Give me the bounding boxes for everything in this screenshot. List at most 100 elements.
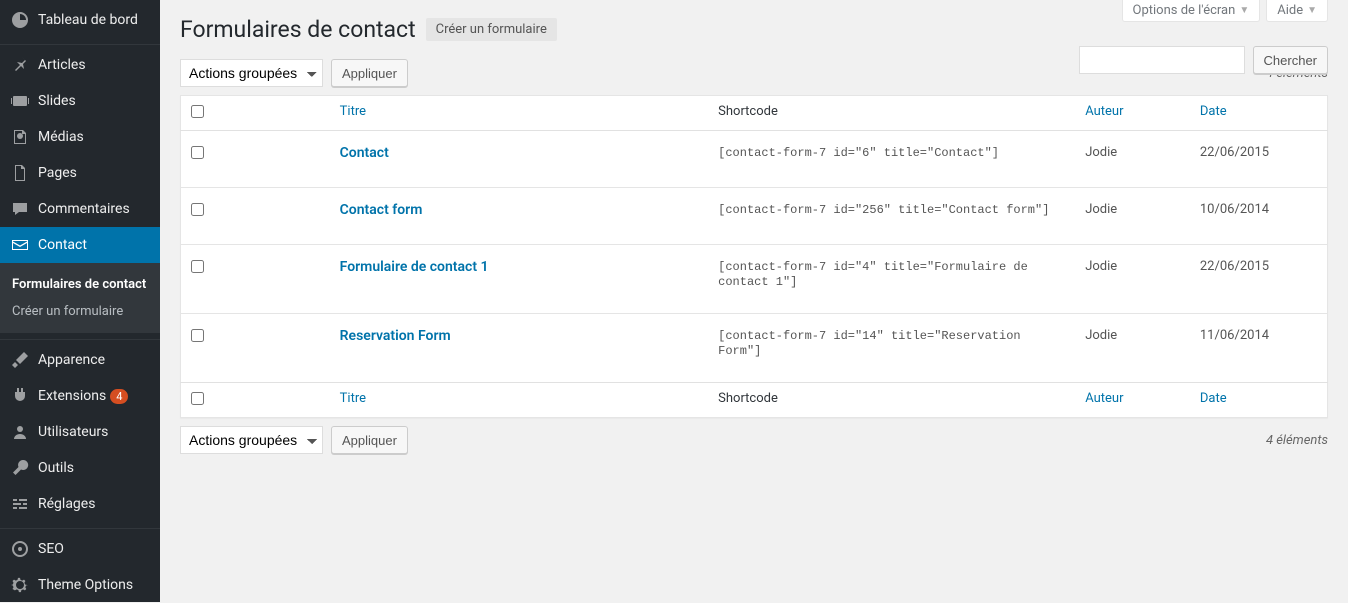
help-tab[interactable]: Aide ▼: [1266, 0, 1328, 22]
page-icon: [10, 163, 30, 183]
sidebar-item-plugins[interactable]: Extensions 4: [0, 378, 160, 414]
author-cell: Jodie: [1075, 188, 1190, 245]
sidebar-item-label: Articles: [38, 57, 86, 73]
brush-icon: [10, 350, 30, 370]
sidebar-item-users[interactable]: Utilisateurs: [0, 414, 160, 450]
bulk-actions-top: Actions groupées Appliquer: [180, 59, 408, 87]
sidebar-item-seo[interactable]: SEO: [0, 531, 160, 567]
sidebar-item-label: Tableau de bord: [38, 12, 138, 28]
update-badge: 4: [110, 389, 128, 404]
row-checkbox[interactable]: [191, 146, 204, 159]
form-title-link[interactable]: Formulaire de contact 1: [340, 259, 489, 275]
chevron-down-icon: ▼: [1239, 5, 1249, 16]
sort-author-link[interactable]: Auteur: [1085, 391, 1123, 406]
date-cell: 11/06/2014: [1190, 314, 1328, 383]
sidebar-item-label: Slides: [38, 93, 76, 109]
footer-date[interactable]: Date: [1190, 383, 1328, 418]
sort-title-link[interactable]: Titre: [340, 104, 366, 119]
apply-button-top[interactable]: Appliquer: [331, 59, 408, 87]
date-cell: 22/06/2015: [1190, 245, 1328, 314]
sidebar-separator: [0, 524, 160, 529]
admin-sidebar: Tableau de bord Articles Slides Médias P…: [0, 0, 160, 602]
sidebar-separator: [0, 335, 160, 340]
row-checkbox[interactable]: [191, 329, 204, 342]
sort-title-link[interactable]: Titre: [340, 391, 366, 406]
footer-shortcode: Shortcode: [708, 383, 1075, 418]
footer-title[interactable]: Titre: [330, 383, 709, 418]
pin-icon: [10, 55, 30, 75]
apply-button-bottom[interactable]: Appliquer: [331, 426, 408, 454]
sort-date-link[interactable]: Date: [1200, 391, 1227, 406]
sidebar-separator: [0, 40, 160, 45]
author-cell: Jodie: [1075, 314, 1190, 383]
select-all-bottom[interactable]: [191, 392, 204, 405]
header-date[interactable]: Date: [1190, 96, 1328, 131]
row-checkbox[interactable]: [191, 203, 204, 216]
forms-table: Titre Shortcode Auteur Date Contact [con…: [180, 95, 1328, 418]
author-cell: Jodie: [1075, 131, 1190, 188]
sidebar-item-pages[interactable]: Pages: [0, 155, 160, 191]
create-form-button[interactable]: Créer un formulaire: [426, 18, 557, 41]
sidebar-item-label: Pages: [38, 165, 77, 181]
screen-options-label: Options de l'écran: [1133, 3, 1236, 18]
sidebar-item-label: Utilisateurs: [38, 424, 108, 440]
sidebar-item-settings[interactable]: Réglages: [0, 486, 160, 522]
screen-options-tab[interactable]: Options de l'écran ▼: [1122, 0, 1261, 22]
sidebar-item-dashboard[interactable]: Tableau de bord: [0, 2, 160, 38]
form-title-link[interactable]: Contact: [340, 145, 389, 161]
table-row: Reservation Form [contact-form-7 id="14"…: [181, 314, 1328, 383]
submenu-item-create[interactable]: Créer un formulaire: [0, 298, 160, 325]
sidebar-item-themeoptions[interactable]: Theme Options: [0, 567, 160, 603]
date-cell: 10/06/2014: [1190, 188, 1328, 245]
sidebar-item-appearance[interactable]: Apparence: [0, 342, 160, 378]
row-checkbox[interactable]: [191, 260, 204, 273]
sidebar-item-media[interactable]: Médias: [0, 119, 160, 155]
header-title[interactable]: Titre: [330, 96, 709, 131]
main-content: Options de l'écran ▼ Aide ▼ Formulaires …: [160, 0, 1348, 602]
header-shortcode: Shortcode: [708, 96, 1075, 131]
author-cell: Jodie: [1075, 245, 1190, 314]
search-row: Chercher: [1079, 46, 1328, 74]
screen-meta-links: Options de l'écran ▼ Aide ▼: [1122, 0, 1328, 22]
select-all-top[interactable]: [191, 105, 204, 118]
sidebar-item-label: SEO: [38, 541, 64, 557]
media-icon: [10, 127, 30, 147]
seo-icon: [10, 539, 30, 559]
gear-icon: [10, 575, 30, 595]
sidebar-item-label: Extensions: [38, 388, 106, 404]
sidebar-item-label: Theme Options: [38, 577, 133, 593]
mail-icon: [10, 235, 30, 255]
table-row: Formulaire de contact 1 [contact-form-7 …: [181, 245, 1328, 314]
table-row: Contact [contact-form-7 id="6" title="Co…: [181, 131, 1328, 188]
sort-date-link[interactable]: Date: [1200, 104, 1227, 119]
sort-author-link[interactable]: Auteur: [1085, 104, 1123, 119]
sidebar-item-label: Contact: [38, 237, 87, 253]
bulk-action-select-bottom[interactable]: Actions groupées: [180, 426, 323, 454]
form-title-link[interactable]: Contact form: [340, 202, 423, 218]
shortcode-text: [contact-form-7 id="256" title="Contact …: [718, 203, 1049, 217]
footer-checkbox-cell: [181, 383, 330, 418]
header-author[interactable]: Auteur: [1075, 96, 1190, 131]
sidebar-submenu-contact: Formulaires de contact Créer un formulai…: [0, 263, 160, 333]
sidebar-item-comments[interactable]: Commentaires: [0, 191, 160, 227]
submenu-item-forms[interactable]: Formulaires de contact: [0, 271, 160, 298]
help-label: Aide: [1277, 3, 1303, 18]
shortcode-text: [contact-form-7 id="14" title="Reservati…: [718, 329, 1020, 358]
sidebar-item-tools[interactable]: Outils: [0, 450, 160, 486]
search-input[interactable]: [1079, 46, 1245, 74]
sidebar-item-contact[interactable]: Contact: [0, 227, 160, 263]
footer-author[interactable]: Auteur: [1075, 383, 1190, 418]
sidebar-item-label: Outils: [38, 460, 74, 476]
sidebar-item-posts[interactable]: Articles: [0, 47, 160, 83]
shortcode-text: [contact-form-7 id="6" title="Contact"]: [718, 146, 999, 160]
sliders-icon: [10, 494, 30, 514]
sidebar-item-slides[interactable]: Slides: [0, 83, 160, 119]
items-count-bottom: 4 éléments: [1266, 433, 1328, 448]
form-title-link[interactable]: Reservation Form: [340, 328, 451, 344]
shortcode-text: [contact-form-7 id="4" title="Formulaire…: [718, 260, 1028, 289]
sidebar-item-label: Apparence: [38, 352, 105, 368]
bulk-actions-bottom: Actions groupées Appliquer: [180, 426, 408, 454]
page-title: Formulaires de contact: [180, 16, 416, 43]
search-button[interactable]: Chercher: [1253, 46, 1328, 74]
bulk-action-select-top[interactable]: Actions groupées: [180, 59, 323, 87]
